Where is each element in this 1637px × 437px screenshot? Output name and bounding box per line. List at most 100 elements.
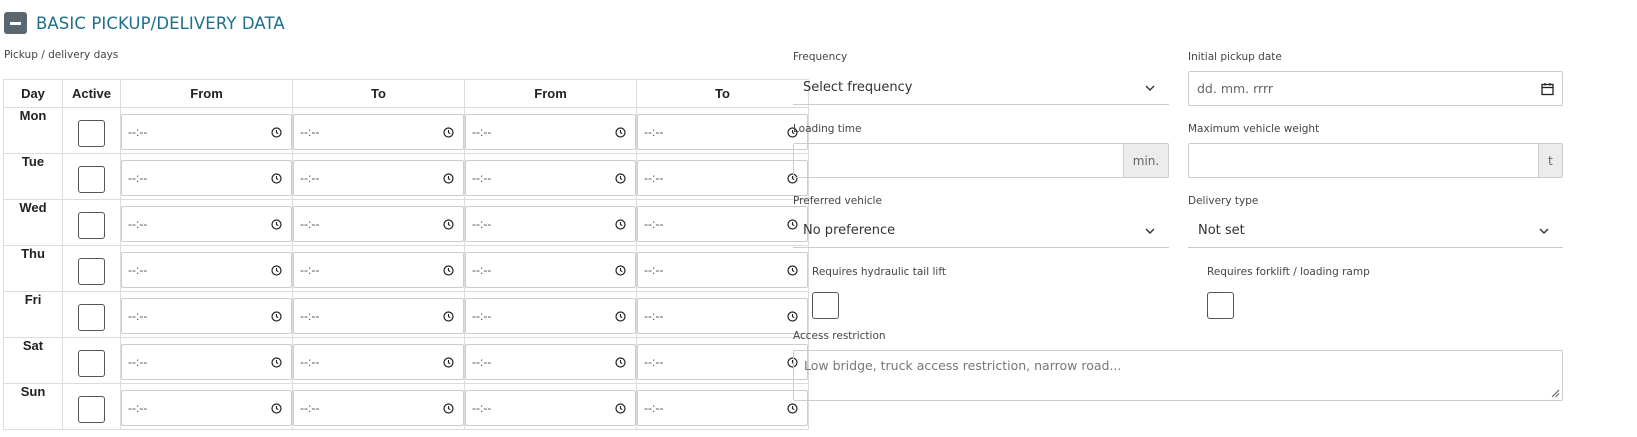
active-checkbox[interactable]: [78, 304, 105, 331]
time-input-from-2[interactable]: --:--: [465, 159, 636, 196]
clock-icon[interactable]: [443, 402, 454, 414]
day-name: Tue: [3, 153, 63, 200]
time-input-to-2[interactable]: --:--: [637, 389, 808, 426]
table-row: Mon --:-- --:-- --:-- --:--: [3, 107, 809, 154]
clock-icon[interactable]: [271, 172, 282, 184]
time-input-to-1[interactable]: --:--: [293, 389, 464, 426]
clock-icon[interactable]: [271, 264, 282, 276]
clock-icon[interactable]: [443, 264, 454, 276]
time-input-to-1[interactable]: --:--: [293, 297, 464, 334]
time-input-to-2[interactable]: --:--: [637, 297, 808, 334]
active-cell: [62, 291, 121, 338]
active-checkbox[interactable]: [78, 120, 105, 147]
preferred-vehicle-select[interactable]: No preference: [793, 214, 1169, 248]
active-checkbox[interactable]: [78, 212, 105, 239]
time-input-from-2[interactable]: --:--: [465, 297, 636, 334]
clock-icon[interactable]: [615, 402, 626, 414]
clock-icon[interactable]: [443, 218, 454, 230]
collapse-button[interactable]: [4, 12, 27, 34]
time-input-from-2[interactable]: --:--: [465, 343, 636, 380]
delivery-type-select[interactable]: Not set: [1188, 214, 1563, 248]
time-input-from-1[interactable]: --:--: [121, 297, 292, 334]
time-placeholder: --:--: [128, 308, 148, 323]
time-placeholder: --:--: [128, 400, 148, 415]
time-input-to-1[interactable]: --:--: [293, 343, 464, 380]
access-restriction-textarea[interactable]: Low bridge, truck access restriction, na…: [793, 350, 1563, 401]
clock-icon[interactable]: [443, 126, 454, 138]
loading-time-input[interactable]: [793, 143, 1124, 178]
hydraulic-tail-lift-checkbox[interactable]: [812, 292, 839, 319]
day-name: Sun: [3, 383, 63, 430]
time-input-to-2[interactable]: --:--: [637, 343, 808, 380]
initial-pickup-date-input[interactable]: dd. mm. rrrr: [1188, 71, 1563, 106]
resize-handle-icon[interactable]: [1551, 389, 1560, 398]
time-input-to-1[interactable]: --:--: [293, 113, 464, 150]
time-cell: --:--: [636, 383, 809, 430]
max-vehicle-weight-input[interactable]: [1188, 143, 1539, 178]
clock-icon[interactable]: [615, 264, 626, 276]
clock-icon[interactable]: [787, 310, 798, 322]
clock-icon[interactable]: [271, 218, 282, 230]
active-cell: [62, 245, 121, 292]
time-input-from-1[interactable]: --:--: [121, 113, 292, 150]
active-checkbox[interactable]: [78, 350, 105, 377]
clock-icon[interactable]: [271, 356, 282, 368]
clock-icon[interactable]: [615, 310, 626, 322]
time-input-to-2[interactable]: --:--: [637, 159, 808, 196]
time-input-from-1[interactable]: --:--: [121, 389, 292, 426]
time-placeholder: --:--: [300, 124, 320, 139]
time-cell: --:--: [292, 337, 465, 384]
time-input-from-1[interactable]: --:--: [121, 343, 292, 380]
time-placeholder: --:--: [644, 124, 664, 139]
clock-icon[interactable]: [443, 172, 454, 184]
clock-icon[interactable]: [271, 126, 282, 138]
time-cell: --:--: [636, 245, 809, 292]
clock-icon[interactable]: [787, 402, 798, 414]
active-checkbox[interactable]: [78, 396, 105, 423]
time-cell: --:--: [464, 383, 637, 430]
time-input-to-1[interactable]: --:--: [293, 251, 464, 288]
active-cell: [62, 107, 121, 154]
time-placeholder: --:--: [128, 216, 148, 231]
time-cell: --:--: [636, 199, 809, 246]
frequency-select[interactable]: Select frequency: [793, 71, 1169, 105]
clock-icon[interactable]: [615, 356, 626, 368]
time-input-from-1[interactable]: --:--: [121, 251, 292, 288]
clock-icon[interactable]: [787, 264, 798, 276]
time-input-to-1[interactable]: --:--: [293, 159, 464, 196]
day-name: Thu: [3, 245, 63, 292]
active-cell: [62, 199, 121, 246]
time-cell: --:--: [292, 199, 465, 246]
active-checkbox[interactable]: [78, 258, 105, 285]
time-input-from-1[interactable]: --:--: [121, 205, 292, 242]
time-cell: --:--: [464, 199, 637, 246]
time-input-to-2[interactable]: --:--: [637, 205, 808, 242]
time-cell: --:--: [636, 337, 809, 384]
time-placeholder: --:--: [300, 308, 320, 323]
day-name: Fri: [3, 291, 63, 338]
time-cell: --:--: [464, 153, 637, 200]
preferred-vehicle-label: Preferred vehicle: [793, 195, 882, 207]
time-input-to-2[interactable]: --:--: [637, 251, 808, 288]
calendar-icon[interactable]: [1541, 82, 1554, 96]
time-cell: --:--: [292, 383, 465, 430]
clock-icon[interactable]: [443, 356, 454, 368]
table-row: Sat --:-- --:-- --:-- --:--: [3, 337, 809, 384]
time-input-from-2[interactable]: --:--: [465, 389, 636, 426]
time-input-from-2[interactable]: --:--: [465, 205, 636, 242]
clock-icon[interactable]: [615, 172, 626, 184]
clock-icon[interactable]: [271, 402, 282, 414]
active-checkbox[interactable]: [78, 166, 105, 193]
clock-icon[interactable]: [443, 310, 454, 322]
forklift-ramp-checkbox[interactable]: [1207, 292, 1234, 319]
time-input-to-2[interactable]: --:--: [637, 113, 808, 150]
clock-icon[interactable]: [615, 126, 626, 138]
time-input-from-2[interactable]: --:--: [465, 251, 636, 288]
clock-icon[interactable]: [615, 218, 626, 230]
frequency-label: Frequency: [793, 51, 848, 63]
clock-icon[interactable]: [271, 310, 282, 322]
time-input-from-2[interactable]: --:--: [465, 113, 636, 150]
time-input-from-1[interactable]: --:--: [121, 159, 292, 196]
header-to-2: To: [636, 79, 809, 108]
time-input-to-1[interactable]: --:--: [293, 205, 464, 242]
